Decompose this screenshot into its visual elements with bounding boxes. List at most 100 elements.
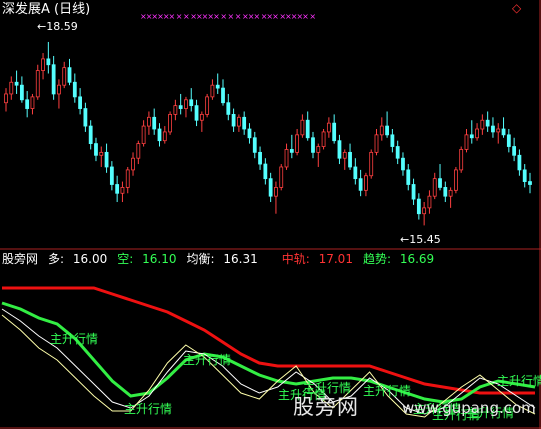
candle-body — [475, 128, 479, 139]
indicator-zhonggui: 中轨: 17.01 — [281, 252, 353, 266]
candle-body — [332, 122, 337, 142]
candle-body — [316, 146, 321, 153]
candle-body — [528, 181, 532, 185]
signal-markers: ×××××× × × ××××× × × × ××× ××× ××××× × — [140, 12, 316, 21]
indicator-kong: 空: 16.10 — [117, 252, 177, 266]
candle-body — [459, 149, 464, 171]
candle-body — [120, 187, 125, 194]
candle-body — [194, 105, 199, 121]
candle-body — [364, 175, 368, 191]
candle-body — [427, 195, 432, 209]
candle-body — [321, 131, 326, 147]
candle-body — [517, 154, 522, 171]
candle-body — [369, 151, 374, 177]
candle-body — [104, 151, 109, 168]
high-price-label: ←18.59 — [37, 20, 78, 33]
candle-body — [480, 119, 485, 130]
candle-body — [289, 149, 294, 153]
indicator-qushi: 趋势: 16.69 — [362, 252, 435, 266]
candle-body — [141, 125, 146, 145]
candle-body — [125, 169, 130, 188]
candle-body — [348, 151, 352, 168]
candle-body — [496, 128, 501, 133]
candle-body — [464, 134, 469, 150]
candle-body — [72, 81, 77, 98]
candle-body — [109, 166, 114, 185]
chart-canvas — [0, 0, 541, 429]
candle-body — [19, 84, 24, 101]
candle-body — [9, 81, 14, 95]
candle-body — [67, 67, 72, 83]
candle-body — [311, 137, 315, 153]
candle-body — [284, 149, 289, 168]
diamond-icon[interactable]: ◇ — [512, 2, 521, 14]
candle-body — [263, 163, 268, 180]
candle-body — [279, 166, 284, 188]
candle-body — [491, 125, 495, 133]
signal-label: 主升行情 — [124, 402, 173, 416]
signal-label: 主升行情 — [303, 381, 352, 395]
candle-body — [337, 140, 342, 159]
candle-body — [83, 108, 88, 127]
candle-body — [374, 134, 379, 153]
candle-body — [162, 131, 167, 142]
candle-body — [379, 125, 384, 136]
candle-body — [390, 134, 395, 147]
candle-body — [512, 146, 517, 156]
indicator-duo: 多: 16.00 — [48, 252, 108, 266]
candle-body — [416, 198, 421, 215]
candle-body — [131, 157, 135, 171]
candle-body — [178, 105, 183, 109]
candle-body — [215, 84, 220, 89]
signal-label: 主升行情 — [183, 353, 232, 367]
candle-body — [242, 116, 247, 130]
candle-body — [485, 119, 490, 127]
candle-body — [443, 187, 448, 197]
candle-body — [501, 128, 506, 136]
candle-body — [326, 122, 331, 133]
candle-body — [94, 143, 98, 156]
candle-body — [78, 96, 83, 109]
indicator-readout: 股旁网 多: 16.00 空: 16.10 均衡: 16.31 中轨: 17.01 趋势:… — [2, 253, 444, 265]
candle-body — [152, 116, 157, 130]
low-price-label: ←15.45 — [400, 233, 441, 246]
candle-body — [422, 207, 427, 215]
candle-body — [30, 96, 35, 109]
candle-body — [51, 64, 56, 95]
signal-label: 主升行情 — [497, 374, 541, 388]
candle-body — [199, 113, 204, 121]
candle-body — [14, 81, 19, 86]
candle-body — [395, 146, 400, 159]
candle-body — [41, 58, 45, 71]
candle-body — [115, 184, 120, 194]
candle-body — [57, 84, 61, 95]
candle-body — [210, 84, 215, 98]
watermark-text: 股旁网 — [293, 395, 359, 419]
candle-body — [247, 128, 252, 139]
chart-title: 深发展A (日线) — [2, 2, 91, 17]
candle-body — [448, 189, 453, 197]
candle-body — [453, 169, 458, 191]
candle-body — [184, 99, 188, 109]
candle-body — [506, 134, 511, 147]
candle-body — [406, 169, 411, 185]
candle-body — [295, 134, 300, 153]
indicator-line — [1, 301, 536, 404]
candle-body — [358, 178, 363, 191]
candle-body — [268, 178, 273, 197]
candle-body — [274, 187, 278, 197]
candle-body — [258, 151, 262, 165]
chart-window: 深发展A (日线) ◇ ←18.59 ←15.45 股旁网 多: 16.00 空: … — [0, 0, 541, 429]
candle-body — [189, 99, 194, 107]
candle-body — [173, 105, 178, 115]
candle-body — [252, 137, 257, 153]
candle-body — [147, 116, 151, 127]
candle-body — [300, 119, 305, 136]
candle-body — [226, 102, 231, 115]
candle-body — [221, 87, 225, 104]
candle-body — [353, 166, 358, 180]
candle-body — [88, 125, 93, 145]
candle-body — [62, 67, 67, 86]
candle-body — [4, 93, 8, 104]
indicator-name: 股旁网 — [2, 252, 39, 266]
